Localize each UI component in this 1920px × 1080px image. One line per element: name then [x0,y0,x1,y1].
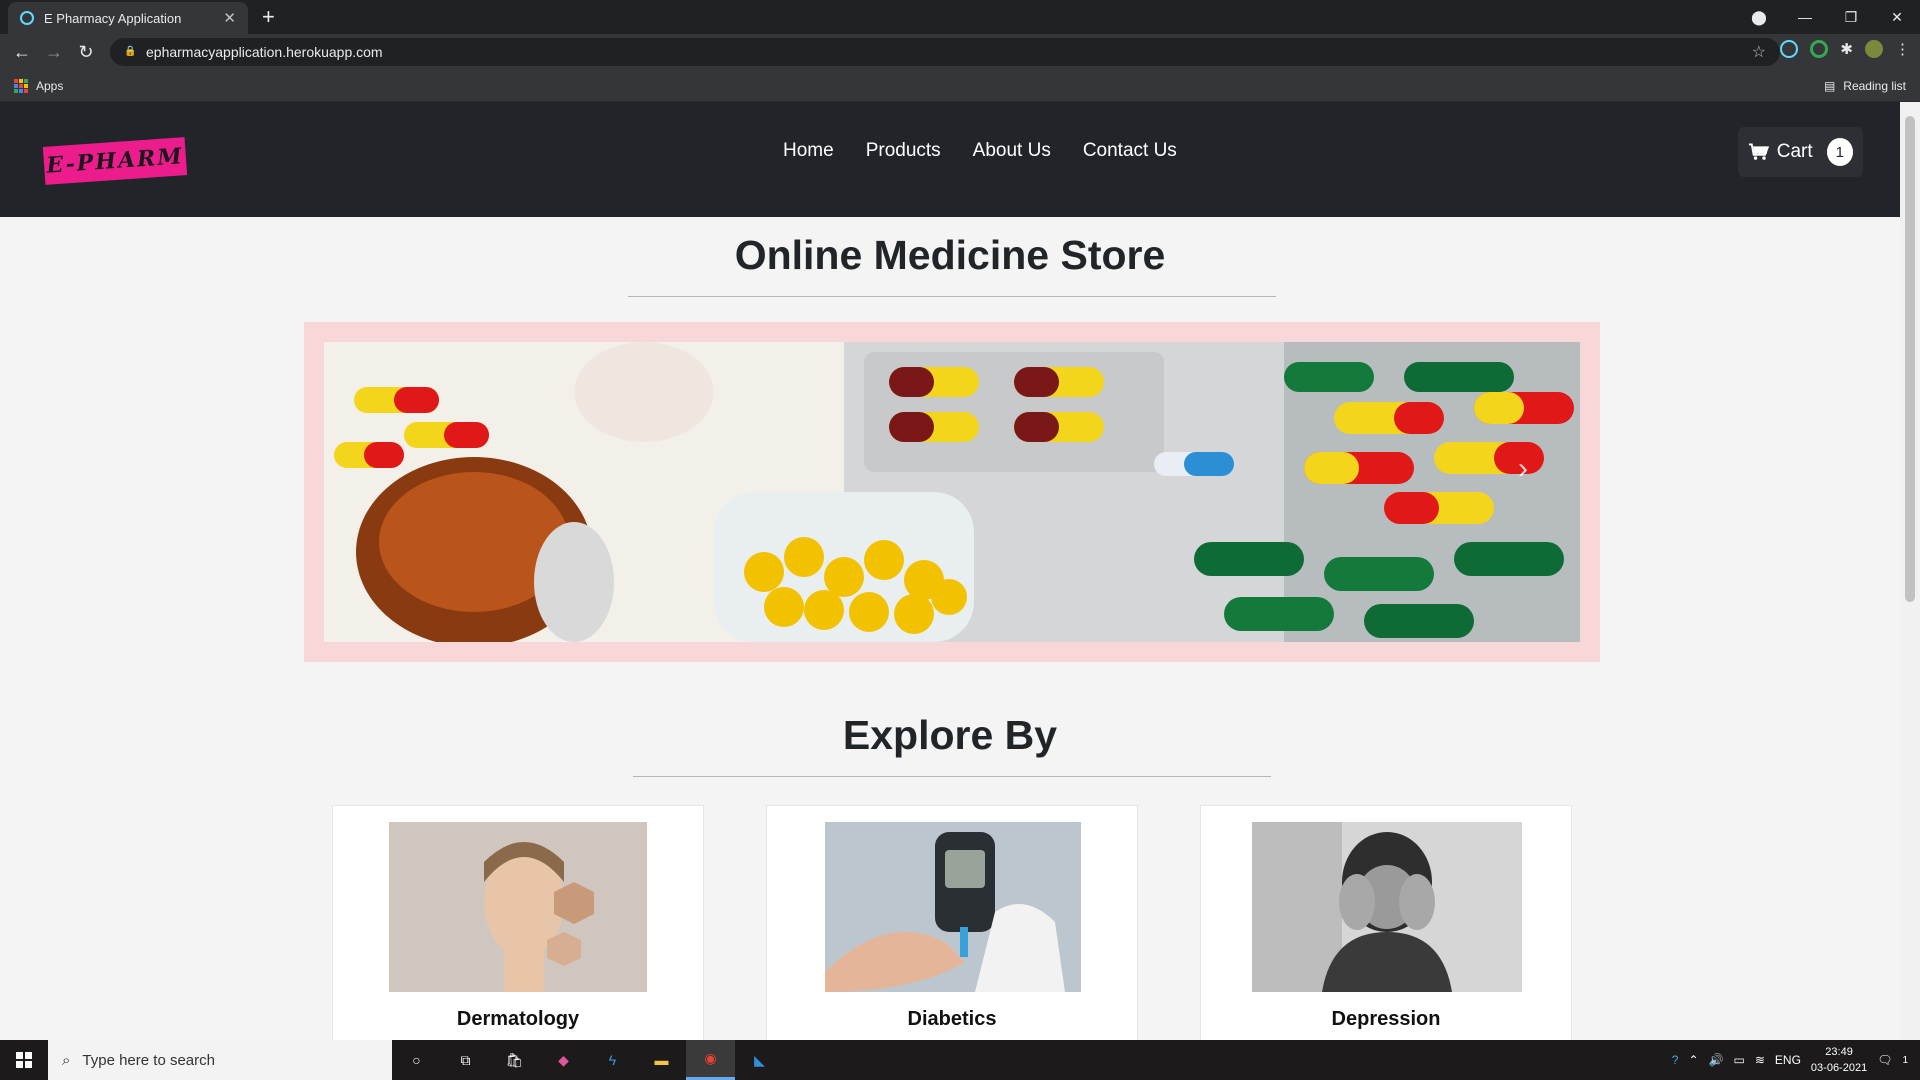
reload-icon[interactable]: ↻ [70,42,102,63]
category-label: Dermatology [456,1008,580,1030]
taskbar-apps: ○ ⧉ 🛍 ◆ ϟ ▬ ◉ ◣ [392,1040,784,1080]
site-navbar: E-PHARM Home Products About Us Contact U… [0,102,1900,217]
extension-icon[interactable] [1810,40,1829,58]
avatar[interactable] [1865,40,1883,58]
category-card-diabetics[interactable]: Diabetics [766,805,1138,1040]
category-label: Diabetics [907,1008,997,1030]
bookmark-star-icon[interactable]: ☆ [1752,42,1766,62]
taskbar-search-placeholder: Type here to search [82,1051,215,1069]
paint-icon[interactable]: ◆ [539,1040,588,1080]
category-card-dermatology[interactable]: Dermatology [332,805,704,1040]
more-menu-icon[interactable]: ⋮ [1895,40,1910,58]
puzzle-icon[interactable]: ✱ [1840,40,1853,58]
clock-time: 23:49 [1825,1046,1853,1058]
minimize-icon[interactable]: — [1782,9,1828,25]
notification-count: 1 [1902,1054,1908,1066]
reading-list-button[interactable]: ▤ Reading list [1824,79,1906,93]
category-label: Depression [1331,1008,1441,1030]
reading-list-label: Reading list [1843,78,1906,93]
clock[interactable]: 23:49 03-06-2021 [1811,1044,1867,1076]
cart-count-badge: 1 [1826,138,1853,166]
store-icon[interactable]: 🛍 [490,1040,539,1080]
clock-date: 03-06-2021 [1810,1062,1868,1074]
close-window-icon[interactable]: ✕ [1874,9,1920,26]
power-automate-icon[interactable]: ϟ [588,1040,637,1080]
wifi-icon[interactable]: ≋ [1755,1053,1765,1067]
system-tray: ? ⌃ 🔊 ▭ ≋ ENG 23:49 03-06-2021 🗨 1 [1672,1044,1920,1076]
carousel-slide-image [324,342,1580,642]
nav-contact-us[interactable]: Contact Us [1083,140,1177,162]
browser-tab[interactable]: E Pharmacy Application ✕ [8,2,248,34]
site-logo[interactable]: E-PHARM [42,137,188,185]
back-icon[interactable]: ← [6,42,38,63]
carousel-next-icon[interactable]: › [1518,452,1528,486]
vscode-icon[interactable]: ◣ [735,1040,784,1080]
nav-about-us[interactable]: About Us [973,140,1051,162]
page-scrollbar[interactable] [1900,102,1920,1040]
battery-icon[interactable]: ▭ [1734,1053,1745,1067]
profile-menu-icon[interactable]: ⬤ [1736,9,1782,26]
task-view-icon[interactable]: ⧉ [441,1040,490,1080]
hero-carousel: › [304,322,1600,662]
medicine-pills-image [324,342,1580,642]
windows-taskbar: ⌕ Type here to search ○ ⧉ 🛍 ◆ ϟ ▬ ◉ ◣ ? … [0,1040,1920,1080]
close-tab-icon[interactable]: ✕ [223,9,236,27]
cortana-icon[interactable]: ○ [392,1040,441,1080]
new-tab-icon[interactable]: + [262,4,275,30]
explore-heading: Explore By [842,712,1058,758]
react-favicon-icon [20,11,34,25]
start-button[interactable] [0,1040,48,1080]
reading-list-icon: ▤ [1823,78,1836,93]
cart-icon [1748,143,1769,160]
language-indicator[interactable]: ENG [1775,1053,1801,1067]
dermatology-image [389,822,647,992]
chevron-up-icon[interactable]: ⌃ [1688,1053,1698,1067]
title-divider [628,296,1276,297]
diabetics-image [825,822,1081,992]
category-card-depression[interactable]: Depression [1200,805,1572,1040]
taskbar-search[interactable]: ⌕ Type here to search [48,1040,392,1080]
browser-tabbar: E Pharmacy Application ✕ + ⬤ — ❐ ✕ [0,0,1920,34]
file-explorer-icon[interactable]: ▬ [637,1040,686,1080]
main-menu: Home Products About Us Contact Us [783,140,1177,162]
scrollbar-thumb[interactable] [1905,116,1915,602]
lock-icon: 🔒 [124,46,137,57]
url-text: epharmacyapplication.herokuapp.com [146,44,383,60]
address-bar[interactable]: 🔒 epharmacyapplication.herokuapp.com ☆ [110,38,1780,66]
cart-label: Cart [1776,141,1813,162]
page-title: Online Medicine Store [734,232,1166,278]
explore-divider [633,776,1271,777]
restore-icon[interactable]: ❐ [1828,9,1874,26]
apps-grid-icon [14,78,28,93]
bookmarks-bar: Apps ▤ Reading list [0,70,1920,102]
notifications-icon[interactable]: 🗨 [1877,1053,1892,1067]
window-controls: ⬤ — ❐ ✕ [1736,0,1920,34]
nav-products[interactable]: Products [866,140,941,162]
windows-logo-icon [16,1052,32,1068]
chrome-icon[interactable]: ◉ [686,1040,735,1080]
web-page: E-PHARM Home Products About Us Contact U… [0,102,1920,1040]
depression-image [1252,822,1522,992]
apps-bookmark[interactable]: Apps [36,79,63,93]
browser-toolbar: ← → ↻ 🔒 epharmacyapplication.herokuapp.c… [0,34,1920,70]
tab-title: E Pharmacy Application [44,10,182,26]
search-icon: ⌕ [62,1051,71,1069]
extensions-area: ✱ ⋮ [1780,40,1910,58]
help-icon[interactable]: ? [1672,1053,1679,1067]
react-devtools-icon[interactable] [1780,40,1799,58]
volume-icon[interactable]: 🔊 [1709,1053,1724,1067]
forward-icon[interactable]: → [38,42,70,63]
nav-home[interactable]: Home [783,140,834,162]
cart-button[interactable]: Cart 1 [1738,127,1863,177]
